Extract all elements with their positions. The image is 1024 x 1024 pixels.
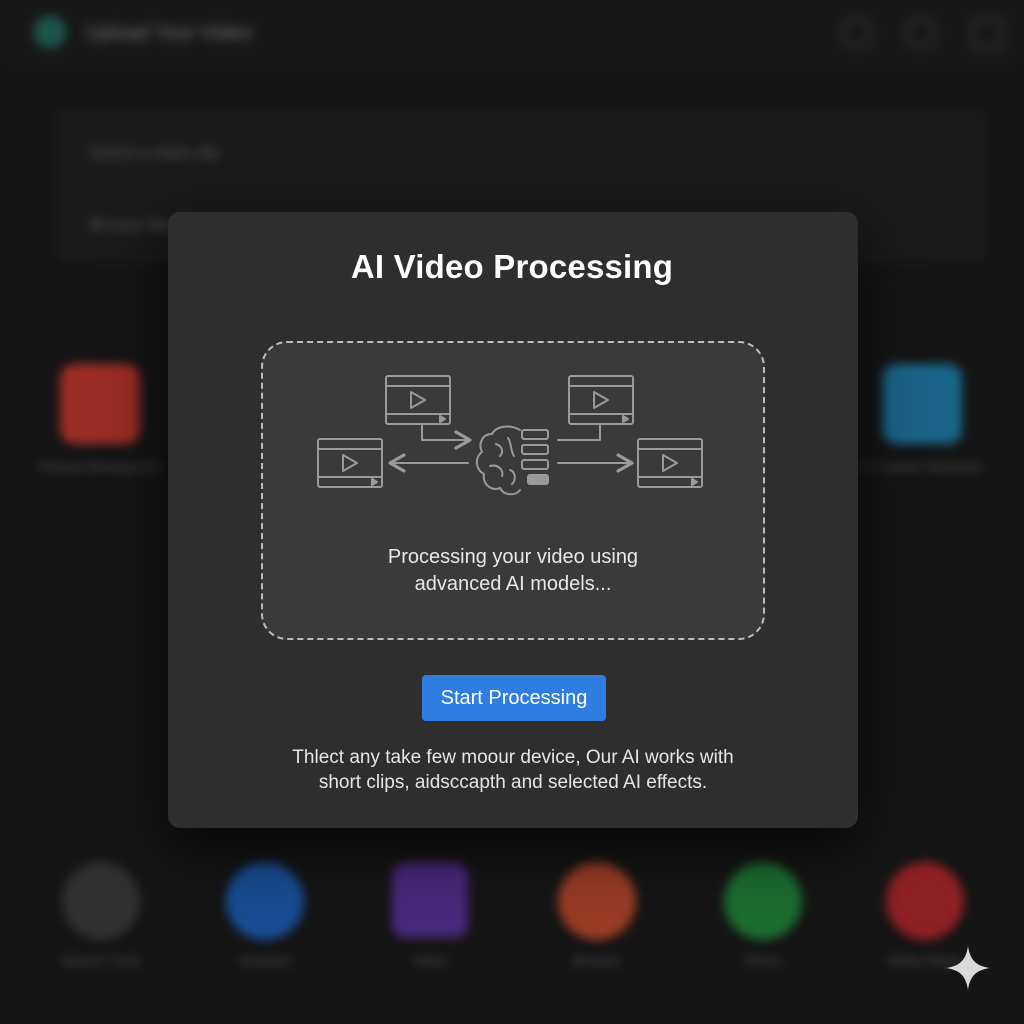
dock-label: Notes xyxy=(413,953,447,968)
video-frame-icon xyxy=(317,438,383,488)
dock-label: Assistant xyxy=(238,953,292,968)
brain-icon xyxy=(476,425,549,496)
video-frame-icon xyxy=(568,375,634,425)
start-processing-button[interactable]: Start Processing xyxy=(422,675,606,721)
dock-item[interactable] xyxy=(724,862,802,940)
video-frame-icon xyxy=(637,438,703,488)
processing-message-line: Processing your video using xyxy=(387,546,639,568)
dock-label: Phone xyxy=(744,953,782,968)
dock-label: Speech Track xyxy=(61,953,141,968)
dock-item[interactable] xyxy=(558,862,636,940)
dialog-footnote: Thlect any take few moour device, Our AI… xyxy=(168,745,858,795)
dock-item[interactable] xyxy=(886,862,964,940)
footnote-line: Thlect any take few moour device, Our AI… xyxy=(292,747,734,768)
dock-item[interactable] xyxy=(62,862,140,940)
processing-message-line: advanced AI models... xyxy=(414,573,612,595)
footnote-line: short clips, aidsccapth and selected AI … xyxy=(318,772,708,793)
dock-item[interactable] xyxy=(226,862,304,940)
sparkle-icon xyxy=(946,946,990,990)
dock-item[interactable] xyxy=(392,862,468,938)
processing-message: Processing your video using advanced AI … xyxy=(261,544,765,598)
dock-label: Browser xyxy=(573,953,621,968)
video-frame-icon xyxy=(385,375,451,425)
